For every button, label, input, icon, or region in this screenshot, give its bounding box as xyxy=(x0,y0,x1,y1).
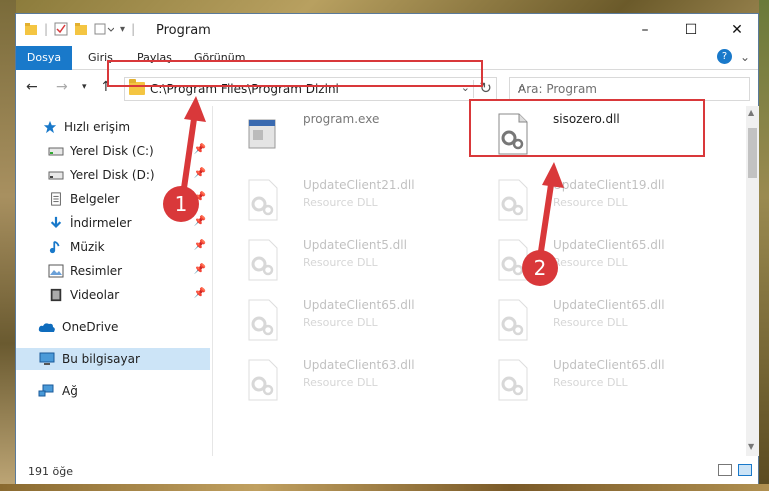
arrow-1: 1 xyxy=(163,96,206,222)
annotation-overlay: 1 2 xyxy=(163,96,564,286)
arrow-2: 2 xyxy=(522,162,564,286)
step-1-badge: 1 xyxy=(175,192,188,216)
step-2-badge: 2 xyxy=(534,256,547,280)
